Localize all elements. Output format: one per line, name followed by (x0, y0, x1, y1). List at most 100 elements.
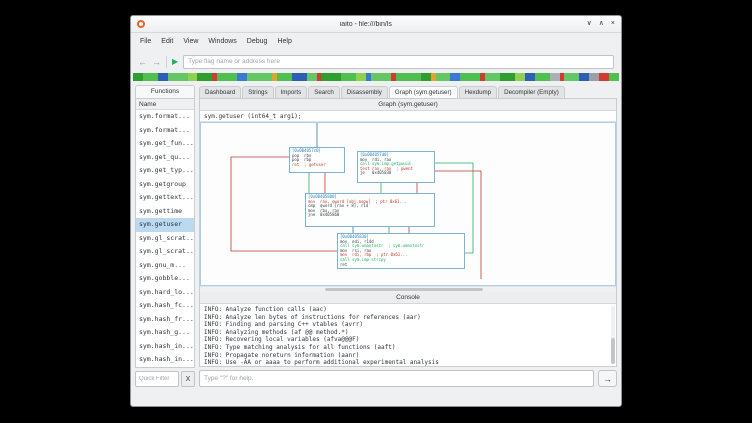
memory-segment (450, 73, 460, 81)
continue-button[interactable]: ▶ (172, 57, 178, 67)
function-list-item[interactable]: sym.get_fun... (136, 137, 194, 151)
console-dock-title[interactable]: Console (200, 292, 616, 304)
function-list-item[interactable]: sym.get_qu... (136, 151, 194, 165)
graph-basic-block[interactable]: [0x004057c0]pop rbxpop rbpret ; getuser (289, 147, 345, 173)
disasm-line: ret (340, 263, 462, 268)
functions-name-column-header[interactable]: Name (136, 99, 194, 110)
memory-segment (168, 73, 188, 81)
titlebar[interactable]: iaito - file:///bin/ls ∨ ∧ × (131, 16, 621, 33)
function-list-item[interactable]: sym.gettime (136, 205, 194, 219)
menu-debug[interactable]: Debug (242, 36, 273, 47)
tab-decompiler-empty[interactable]: Decompiler (Empty) (498, 86, 565, 98)
tab-disassembly[interactable]: Disassembly (341, 86, 388, 98)
memory-segment (515, 73, 525, 81)
graph-horizontal-scrollbar[interactable] (200, 286, 616, 292)
memory-segment (143, 73, 158, 81)
console-log-line: INFO: Type matching analysis for all fun… (204, 344, 608, 352)
graph-basic-block[interactable]: [0x00405800]mov rax, qword [obj.nopw] ; … (305, 193, 435, 227)
tab-dashboard[interactable]: Dashboard (199, 86, 241, 98)
function-list-item[interactable]: sym.hash_g... (136, 326, 194, 340)
functions-panel: Functions Name sym.format...sym.format..… (135, 85, 195, 387)
tab-strings[interactable]: Strings (242, 86, 273, 98)
graph-canvas[interactable]: [0x004057c0]pop rbxpop rbpret ; getuser [… (200, 122, 616, 286)
iaito-logo-icon (137, 20, 145, 28)
function-list-item[interactable]: sym.hash_in... (136, 340, 194, 354)
minimize-button[interactable]: ∨ (587, 19, 592, 29)
console-log-line: INFO: Analyze function calls (aac) (204, 306, 608, 314)
function-list-item[interactable]: sym.hash_in... (136, 353, 194, 367)
memory-segment (133, 73, 143, 81)
memory-segment (371, 73, 391, 81)
function-list-item[interactable]: sym.hash_fc... (136, 299, 194, 313)
tab-imports[interactable]: Imports (275, 86, 308, 98)
window-title: iaito - file:///bin/ls (145, 21, 587, 28)
memory-segment (535, 73, 550, 81)
close-button[interactable]: × (611, 19, 615, 29)
function-list-item[interactable]: sym.gl_scrat... (136, 245, 194, 259)
memory-segment (356, 73, 366, 81)
graph-basic-block[interactable]: [0x00405830]mov edi, r14dcall sym.umaxto… (337, 233, 465, 269)
tab-search[interactable]: Search (308, 86, 340, 98)
function-list-item[interactable]: sym.get_typ... (136, 164, 194, 178)
functions-panel-title[interactable]: Functions (135, 85, 195, 98)
function-list-item[interactable]: sym.getgroup (136, 178, 194, 192)
console-log-line: INFO: Use -AA or aaaa to perform additio… (204, 359, 608, 366)
tab-hexdump[interactable]: Hexdump (459, 86, 497, 98)
scrollbar-thumb[interactable] (325, 288, 483, 291)
memory-segment (396, 73, 421, 81)
menu-edit[interactable]: Edit (156, 36, 178, 47)
memory-segment (460, 73, 480, 81)
memory-segment (292, 73, 307, 81)
graph-basic-block[interactable]: [0x004057d0]mov rdi, raxcall sym.imp.get… (357, 151, 435, 183)
function-signature: sym.getuser (int64_t arg1); (200, 111, 616, 122)
memory-segment (237, 73, 247, 81)
function-list-item[interactable]: sym.getuser (136, 218, 194, 232)
menu-help[interactable]: Help (272, 36, 296, 47)
memory-segment (421, 73, 431, 81)
execute-command-button[interactable]: → (598, 370, 617, 387)
memory-segment (197, 73, 212, 81)
app-window: iaito - file:///bin/ls ∨ ∧ × FileEditVie… (130, 15, 622, 407)
console-vertical-scrollbar[interactable] (611, 306, 615, 364)
flag-search-input[interactable] (183, 55, 614, 69)
memory-segment (247, 73, 272, 81)
back-button[interactable]: ← (138, 57, 147, 67)
console-log-line: INFO: Recovering local variables (afva@@… (204, 336, 608, 344)
function-list-item[interactable]: sym.hard_lo... (136, 286, 194, 300)
console-log-line: INFO: Finding and parsing C++ vtables (a… (204, 321, 608, 329)
menu-windows[interactable]: Windows (203, 36, 241, 47)
memory-map-strip[interactable] (133, 73, 619, 81)
function-list-item[interactable]: sym.hash_fr... (136, 313, 194, 327)
functions-list: sym.format...sym.format...sym.get_fun...… (136, 110, 194, 367)
memory-segment (609, 73, 619, 81)
function-list-item[interactable]: sym.gl_scrat... (136, 232, 194, 246)
functions-panel-body: Name sym.format...sym.format...sym.get_f… (135, 98, 195, 368)
forward-button[interactable]: → (152, 57, 161, 67)
menu-view[interactable]: View (178, 36, 203, 47)
disasm-line: jne 0x405860 (308, 213, 432, 218)
memory-segment (564, 73, 579, 81)
memory-segment (217, 73, 237, 81)
tab-graph-sym-getuser[interactable]: Graph (sym.getuser) (389, 86, 458, 98)
console-log-line: INFO: Analyzing methods (af @@ method.*) (204, 329, 608, 337)
function-list-item[interactable]: sym.format... (136, 124, 194, 138)
quick-filter-row: X (135, 371, 195, 387)
function-list-item[interactable]: sym.gobble... (136, 272, 194, 286)
quick-filter-input[interactable] (135, 371, 179, 387)
clear-filter-button[interactable]: X (181, 371, 195, 387)
maximize-button[interactable]: ∧ (599, 19, 604, 29)
document-area: DashboardStringsImportsSearchDisassembly… (199, 85, 617, 387)
memory-segment (341, 73, 356, 81)
menu-file[interactable]: File (135, 36, 156, 47)
command-bar: → (199, 370, 617, 387)
function-list-item[interactable]: sym.gettext... (136, 191, 194, 205)
graph-dock-title[interactable]: Graph (sym.getuser) (200, 99, 616, 111)
function-list-item[interactable]: sym.gnu_m... (136, 259, 194, 273)
scrollbar-thumb[interactable] (611, 338, 615, 364)
menubar: FileEditViewWindowsDebugHelp (131, 33, 621, 50)
function-list-item[interactable]: sym.format... (136, 110, 194, 124)
memory-segment (525, 73, 535, 81)
memory-segment (158, 73, 168, 81)
command-input[interactable] (199, 370, 594, 387)
console-output[interactable]: INFO: Analyze function calls (aac) INFO: … (200, 304, 616, 366)
